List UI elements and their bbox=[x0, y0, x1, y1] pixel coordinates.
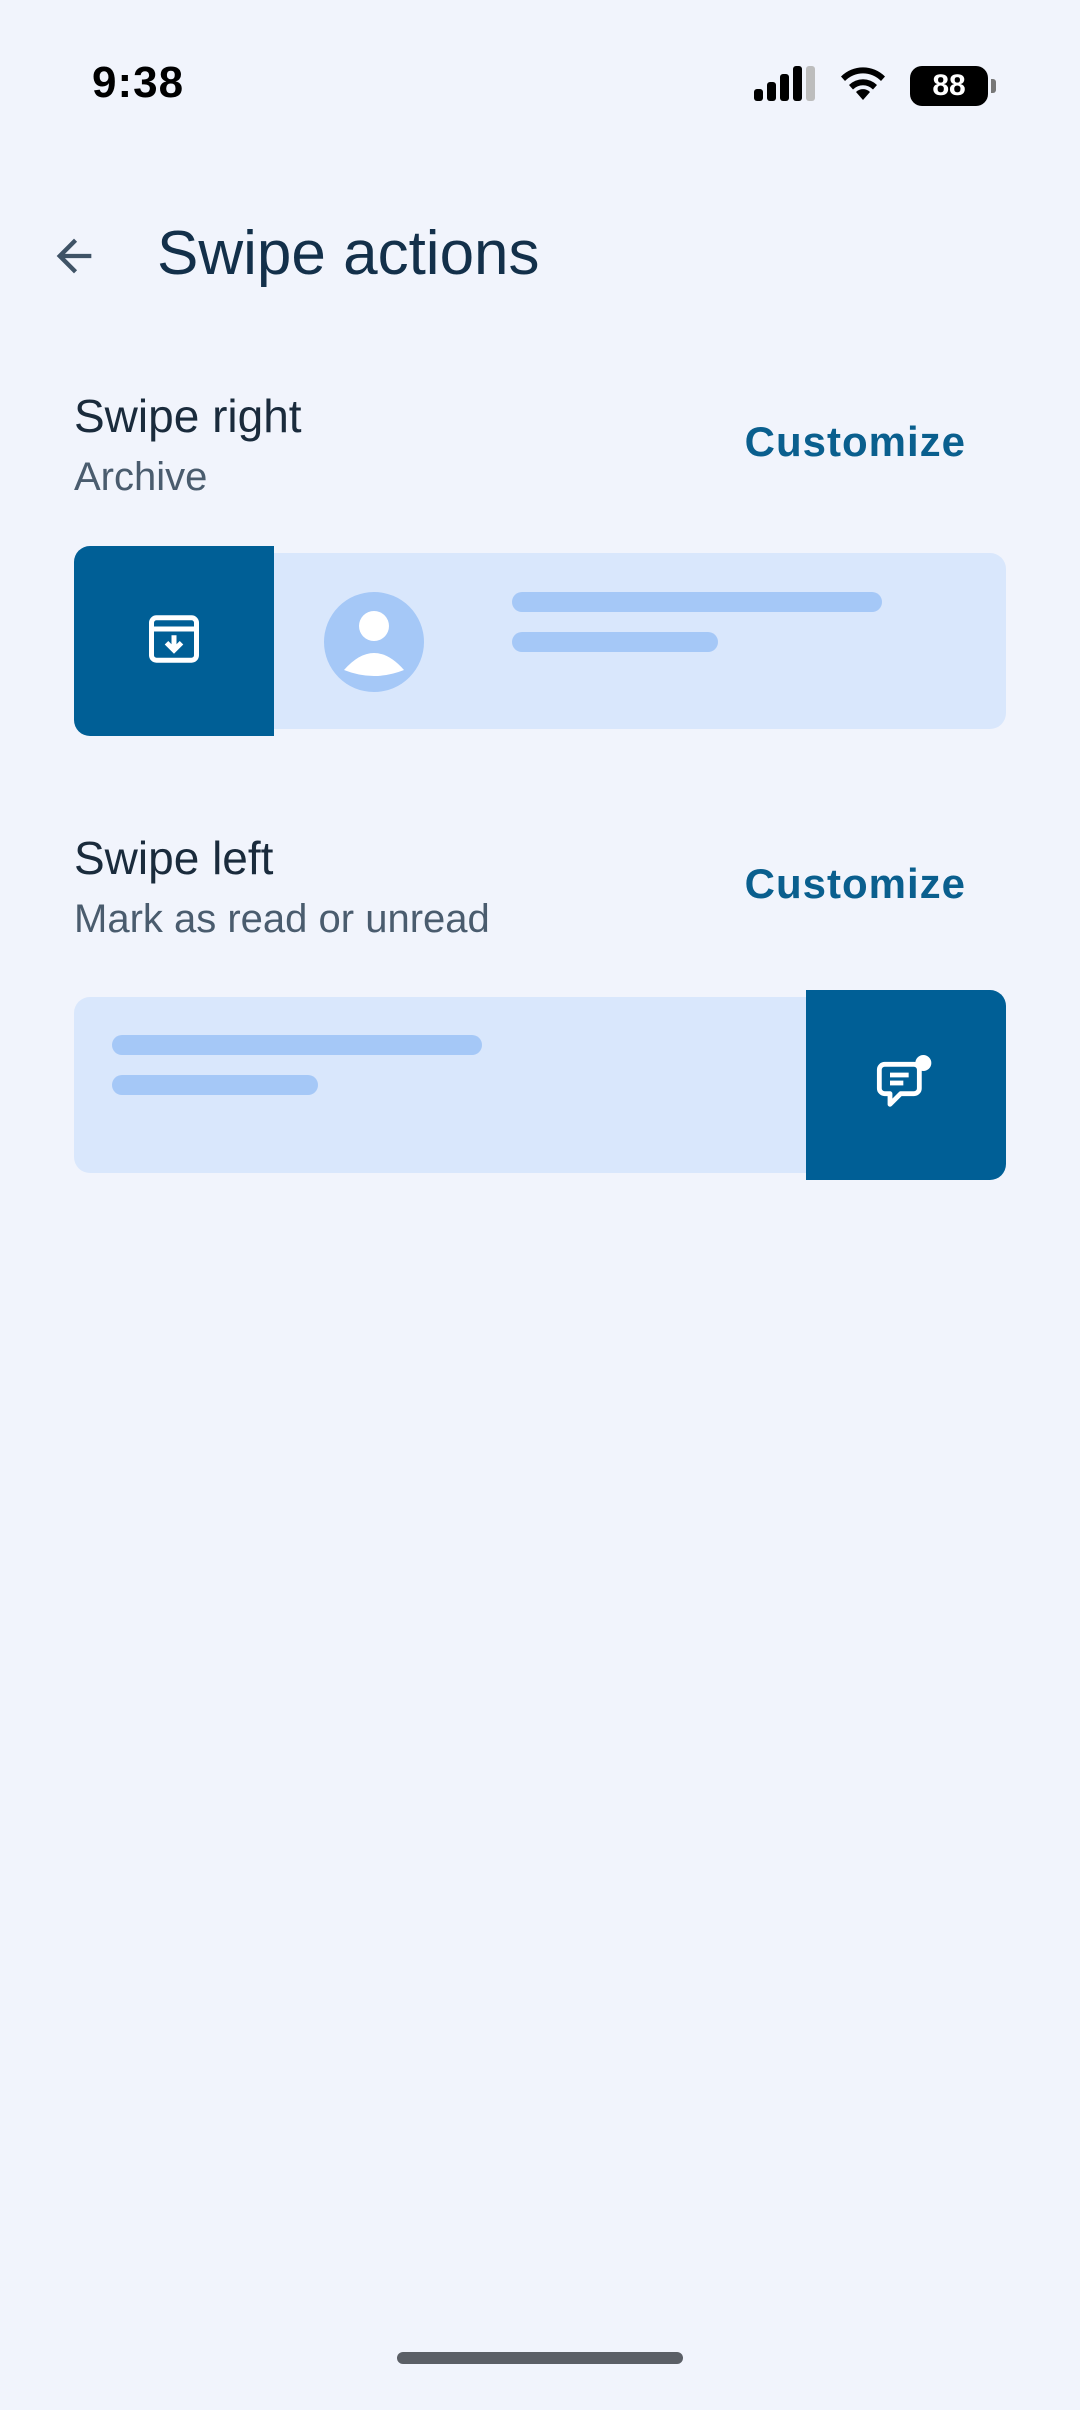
avatar bbox=[324, 592, 424, 692]
placeholder-line bbox=[112, 1075, 318, 1095]
archive-action-block bbox=[74, 546, 274, 736]
status-time: 9:38 bbox=[92, 58, 185, 107]
status-icons: 88 bbox=[754, 64, 996, 107]
swipe-actions-screen: 9:38 88 Swipe actions Swipe right Archiv… bbox=[0, 0, 1080, 2410]
wifi-icon bbox=[838, 64, 888, 107]
back-button[interactable] bbox=[34, 218, 114, 298]
mark-read-action-block bbox=[806, 990, 1006, 1180]
battery-icon: 88 bbox=[910, 65, 996, 106]
swipe-left-customize-button[interactable]: Customize bbox=[745, 860, 966, 908]
preview-email-card bbox=[224, 553, 1006, 729]
page-title: Swipe actions bbox=[157, 219, 540, 288]
app-bar: Swipe actions bbox=[0, 190, 1080, 320]
archive-icon bbox=[144, 609, 204, 674]
swipe-right-customize-button[interactable]: Customize bbox=[745, 418, 966, 466]
placeholder-line bbox=[112, 1035, 482, 1055]
placeholder-line bbox=[512, 632, 718, 652]
home-indicator[interactable] bbox=[397, 2352, 683, 2364]
placeholder-line bbox=[512, 592, 882, 612]
arrow-back-icon bbox=[48, 230, 100, 287]
swipe-right-preview bbox=[74, 546, 1006, 736]
mark-read-unread-icon bbox=[874, 1051, 938, 1120]
status-bar: 9:38 88 bbox=[0, 0, 1080, 170]
swipe-left-preview bbox=[74, 990, 1006, 1180]
signal-icon bbox=[754, 65, 816, 106]
swipe-right-section: Swipe right Archive Customize bbox=[74, 388, 1006, 748]
preview-email-card bbox=[74, 997, 856, 1173]
swipe-left-section: Swipe left Mark as read or unread Custom… bbox=[74, 830, 1006, 1190]
